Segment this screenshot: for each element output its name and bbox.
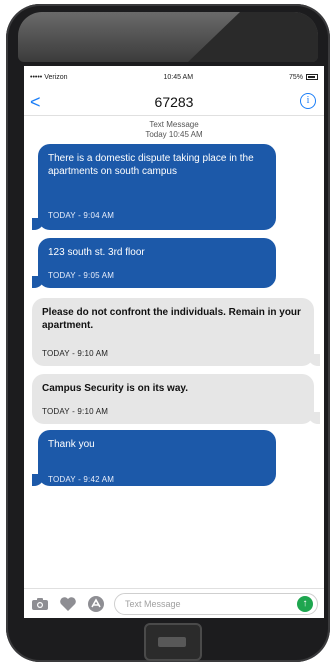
message-text: Campus Security is on its way. <box>42 383 188 394</box>
camera-icon[interactable] <box>30 594 50 614</box>
phone-top-bezel <box>18 12 318 62</box>
message-bubble[interactable]: 123 south st. 3rd floor TODAY - 9:05 AM <box>32 238 276 288</box>
message-time: TODAY - 9:42 AM <box>48 475 115 484</box>
back-icon[interactable]: < <box>30 92 41 112</box>
message-time: TODAY - 9:04 AM <box>48 211 115 220</box>
message-time: TODAY - 9:05 AM <box>48 271 115 280</box>
message-input[interactable]: Text Message ↑ <box>114 592 318 615</box>
heart-icon[interactable] <box>58 594 78 614</box>
message-time: TODAY - 9:10 AM <box>42 349 109 358</box>
phone-frame: ••••• Verizon 10:45 AM 75% < 67283 i Tex… <box>6 4 330 662</box>
message-time: TODAY - 9:10 AM <box>42 407 109 416</box>
battery-icon <box>305 74 318 80</box>
status-right: 75% <box>289 74 318 81</box>
message-text: Please do not confront the individuals. … <box>42 307 301 331</box>
message-type-label: Text Message <box>149 120 199 129</box>
message-input-bar: Text Message ↑ <box>24 588 324 618</box>
phone-screen: ••••• Verizon 10:45 AM 75% < 67283 i Tex… <box>24 66 324 618</box>
bezel-shadow <box>188 12 318 62</box>
status-bar: ••••• Verizon 10:45 AM 75% <box>24 66 324 88</box>
send-arrow-icon[interactable]: ↑ <box>297 595 313 612</box>
carrier-label: ••••• Verizon <box>30 73 68 81</box>
home-button[interactable] <box>144 623 202 661</box>
thread-timestamp: Today 10:45 AM <box>145 130 203 139</box>
message-text: Thank you <box>48 439 95 450</box>
info-icon[interactable]: i <box>300 93 316 109</box>
thread-header: Text Message Today 10:45 AM <box>24 120 324 140</box>
contact-title: 67283 <box>154 93 194 110</box>
app-store-icon[interactable] <box>86 594 106 614</box>
message-text: There is a domestic dispute taking place… <box>48 153 254 177</box>
conversation-nav-bar: < 67283 i <box>24 88 324 116</box>
message-text: 123 south st. 3rd floor <box>48 247 145 258</box>
battery-percent: 75% <box>288 73 303 81</box>
message-input-placeholder: Text Message <box>125 598 181 609</box>
clock: 10:45 AM <box>163 73 194 81</box>
message-bubble[interactable]: Campus Security is on its way. TODAY - 9… <box>32 374 320 424</box>
message-bubble[interactable]: Thank you TODAY - 9:42 AM <box>32 430 276 486</box>
message-bubble[interactable]: There is a domestic dispute taking place… <box>32 144 276 230</box>
message-bubble[interactable]: Please do not confront the individuals. … <box>32 298 320 366</box>
